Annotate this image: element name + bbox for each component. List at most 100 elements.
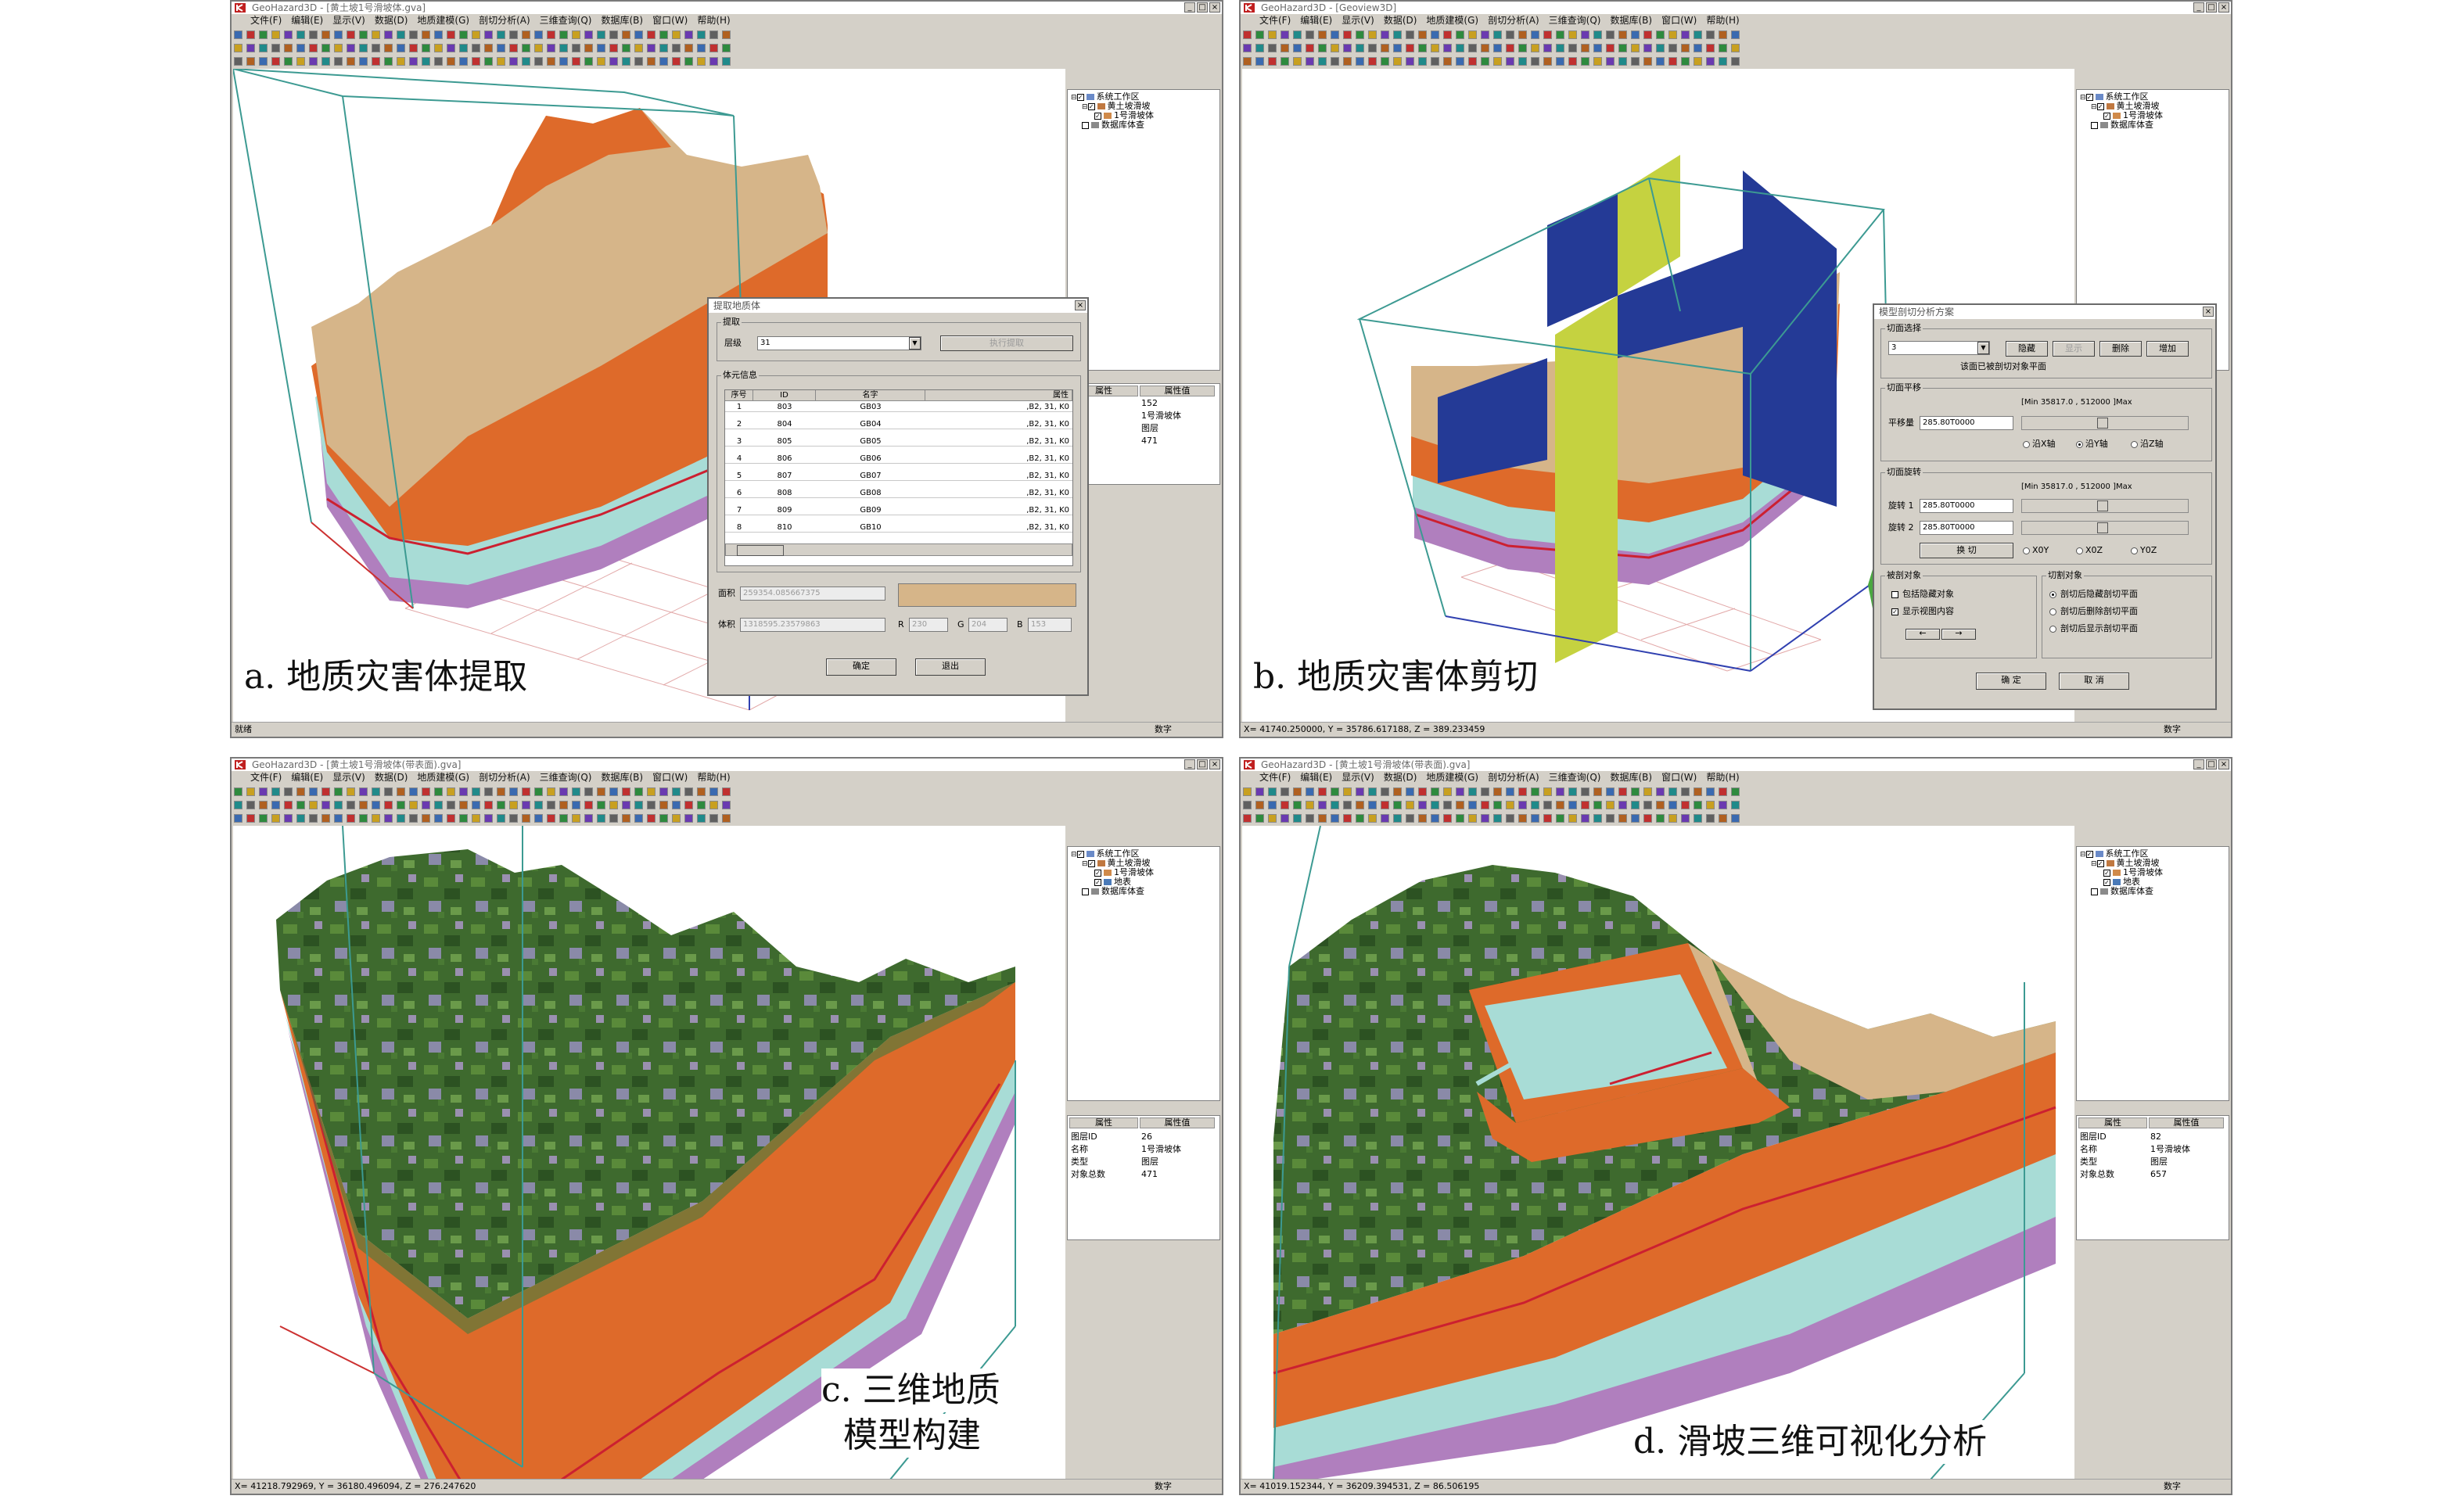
menu-section[interactable]: 剖切分析(A): [1488, 15, 1539, 26]
tool-icon[interactable]: [1593, 787, 1602, 796]
radio-hide-plane[interactable]: [2049, 591, 2056, 598]
tool-icon[interactable]: [484, 801, 493, 809]
layer-tree[interactable]: ⊟✓ 系统工作区 ⊟✓ 黄土坡滑坡 ✓ 1号滑坡体 数据库体查: [1067, 89, 1220, 371]
tool-icon[interactable]: [447, 787, 455, 796]
tool-icon[interactable]: [622, 57, 630, 66]
tool-icon[interactable]: [459, 30, 468, 39]
tool-icon[interactable]: [284, 801, 293, 809]
tool-icon[interactable]: [309, 801, 318, 809]
tool-icon[interactable]: [1656, 787, 1665, 796]
tool-icon[interactable]: [409, 44, 418, 52]
rotate1-slider[interactable]: [2021, 499, 2189, 513]
tool-icon[interactable]: [659, 44, 668, 52]
tool-icon[interactable]: [1593, 801, 1602, 809]
tool-icon[interactable]: [1556, 44, 1564, 52]
tool-icon[interactable]: [397, 787, 405, 796]
b-field[interactable]: 153: [1028, 618, 1072, 632]
tool-icon[interactable]: [1381, 30, 1389, 39]
tool-icon[interactable]: [697, 814, 706, 823]
tool-icon[interactable]: [447, 44, 455, 52]
tool-icon[interactable]: [321, 814, 330, 823]
tool-icon[interactable]: [1343, 814, 1352, 823]
tool-icon[interactable]: [509, 44, 518, 52]
tool-icon[interactable]: [1255, 44, 1264, 52]
tool-icon[interactable]: [384, 57, 393, 66]
table-cell[interactable]: GB04: [816, 420, 925, 429]
tool-icon[interactable]: [722, 57, 731, 66]
tool-icon[interactable]: [271, 30, 280, 39]
menu-view[interactable]: 显示(V): [1342, 772, 1374, 783]
tool-icon[interactable]: [1543, 57, 1552, 66]
switch-cut-button[interactable]: 换 切: [1920, 543, 2013, 558]
tool-icon[interactable]: [1556, 787, 1564, 796]
tool-icon[interactable]: [1656, 801, 1665, 809]
add-button[interactable]: 增加: [2146, 341, 2189, 357]
tool-icon[interactable]: [296, 801, 305, 809]
tool-icon[interactable]: [522, 814, 530, 823]
tool-icon[interactable]: [484, 30, 493, 39]
tool-icon[interactable]: [447, 801, 455, 809]
tool-icon[interactable]: [459, 57, 468, 66]
tool-icon[interactable]: [1268, 801, 1277, 809]
tool-icon[interactable]: [1568, 814, 1577, 823]
tool-icon[interactable]: [1306, 814, 1314, 823]
tool-icon[interactable]: [622, 801, 630, 809]
area-field[interactable]: 259354.085667375: [740, 586, 885, 601]
hide-button[interactable]: 隐藏: [2006, 341, 2048, 357]
tool-icon[interactable]: [1343, 57, 1352, 66]
tool-icon[interactable]: [472, 801, 480, 809]
tool-icon[interactable]: [234, 801, 242, 809]
tool-icon[interactable]: [434, 44, 443, 52]
tool-icon[interactable]: [1518, 801, 1527, 809]
ok-button[interactable]: 确定: [826, 658, 896, 676]
menu-data[interactable]: 数据(D): [1384, 772, 1417, 783]
tool-icon[interactable]: [422, 787, 430, 796]
tool-icon[interactable]: [1468, 30, 1477, 39]
ok-button[interactable]: 确 定: [1976, 673, 2046, 690]
tool-icon[interactable]: [534, 57, 543, 66]
tool-icon[interactable]: [271, 57, 280, 66]
tool-icon[interactable]: [1431, 787, 1439, 796]
tool-icon[interactable]: [597, 57, 605, 66]
tool-icon[interactable]: [559, 30, 568, 39]
tool-icon[interactable]: [1506, 801, 1514, 809]
tool-icon[interactable]: [1268, 44, 1277, 52]
tool-icon[interactable]: [534, 30, 543, 39]
tool-icon[interactable]: [472, 787, 480, 796]
tool-icon[interactable]: [597, 787, 605, 796]
tool-icon[interactable]: [1418, 30, 1427, 39]
show-button[interactable]: 显示: [2053, 341, 2095, 357]
tool-icon[interactable]: [1643, 814, 1652, 823]
tool-icon[interactable]: [647, 787, 656, 796]
tool-icon[interactable]: [697, 44, 706, 52]
tool-icon[interactable]: [1318, 801, 1327, 809]
tool-icon[interactable]: [709, 30, 718, 39]
nav-next-button[interactable]: →: [1941, 629, 1976, 640]
tool-icon[interactable]: [234, 57, 242, 66]
tree-node[interactable]: 数据库体查: [1082, 887, 1144, 896]
tool-icon[interactable]: [1643, 57, 1652, 66]
tool-icon[interactable]: [1431, 814, 1439, 823]
tool-icon[interactable]: [284, 814, 293, 823]
tool-icon[interactable]: [359, 30, 368, 39]
tool-icon[interactable]: [334, 44, 343, 52]
tool-icon[interactable]: [1331, 787, 1339, 796]
tool-icon[interactable]: [659, 814, 668, 823]
tool-icon[interactable]: [472, 57, 480, 66]
tool-icon[interactable]: [1656, 57, 1665, 66]
volume-field[interactable]: 1318595.23579863: [740, 618, 885, 632]
tool-icon[interactable]: [1706, 801, 1715, 809]
tool-icon[interactable]: [1593, 814, 1602, 823]
tool-icon[interactable]: [1468, 44, 1477, 52]
tool-icon[interactable]: [1280, 801, 1289, 809]
tool-icon[interactable]: [1581, 30, 1589, 39]
radio-z[interactable]: [2131, 441, 2138, 448]
tool-icon[interactable]: [1393, 44, 1402, 52]
tool-icon[interactable]: [722, 30, 731, 39]
tool-icon[interactable]: [1331, 57, 1339, 66]
tool-icon[interactable]: [1381, 814, 1389, 823]
tool-icon[interactable]: [246, 57, 255, 66]
tool-icon[interactable]: [1418, 787, 1427, 796]
tool-icon[interactable]: [409, 30, 418, 39]
dropdown-arrow[interactable]: ▼: [1977, 342, 1989, 354]
